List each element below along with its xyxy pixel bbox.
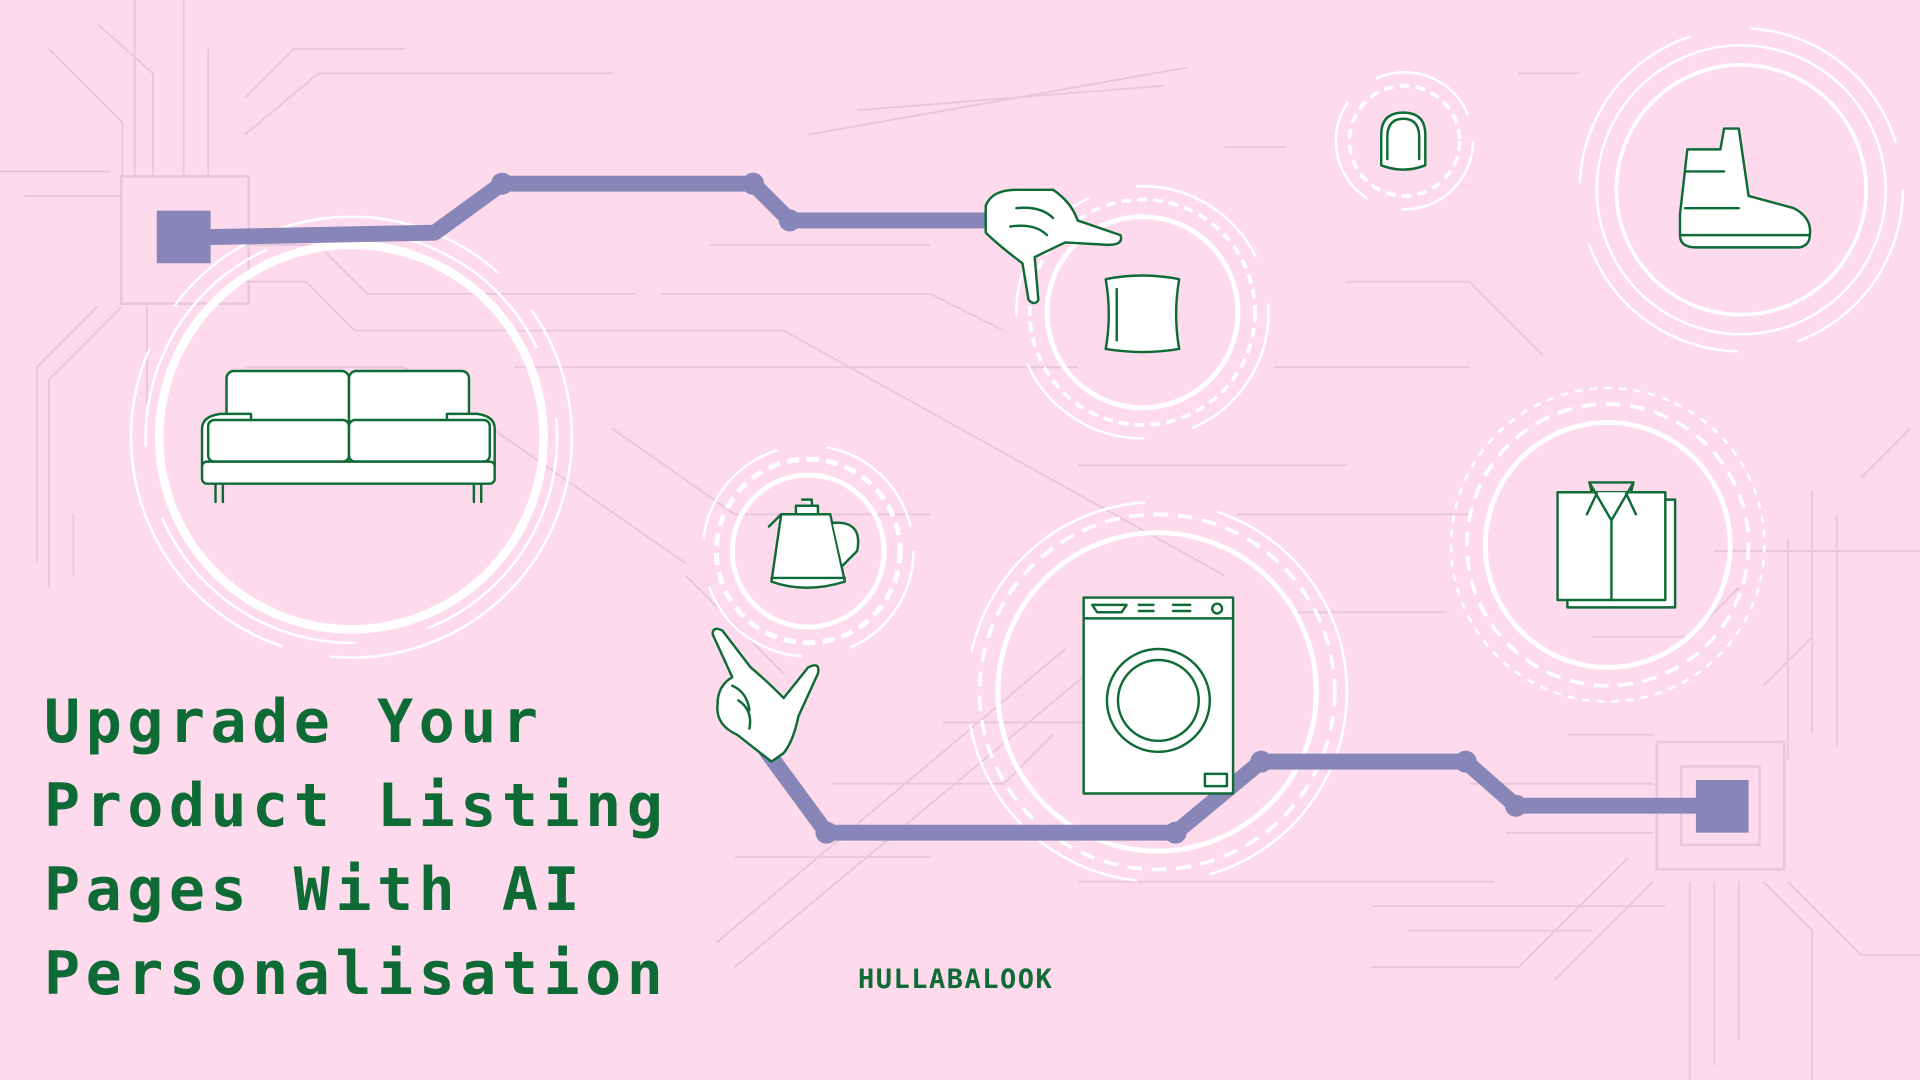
headline-line-2: Product Listing bbox=[44, 771, 669, 841]
shirt-icon bbox=[1556, 481, 1677, 609]
boot-icon bbox=[1678, 127, 1812, 249]
pointing-hand-icon bbox=[711, 627, 820, 763]
sofa-icon bbox=[200, 369, 496, 504]
headline-line-4: Personalisation bbox=[44, 939, 669, 1009]
headline: Upgrade Your Product Listing Pages With … bbox=[44, 680, 668, 1016]
cushion-icon bbox=[1104, 274, 1181, 354]
kettle-icon bbox=[767, 498, 860, 589]
headline-line-3: Pages With AI bbox=[44, 855, 586, 925]
headline-line-1: Upgrade Your bbox=[44, 687, 544, 757]
grabbing-hand-icon bbox=[984, 188, 1123, 305]
washing-machine-icon bbox=[1082, 596, 1235, 795]
brand-logo: HULLABALOOK bbox=[858, 964, 1054, 995]
mirror-icon bbox=[1380, 111, 1427, 171]
